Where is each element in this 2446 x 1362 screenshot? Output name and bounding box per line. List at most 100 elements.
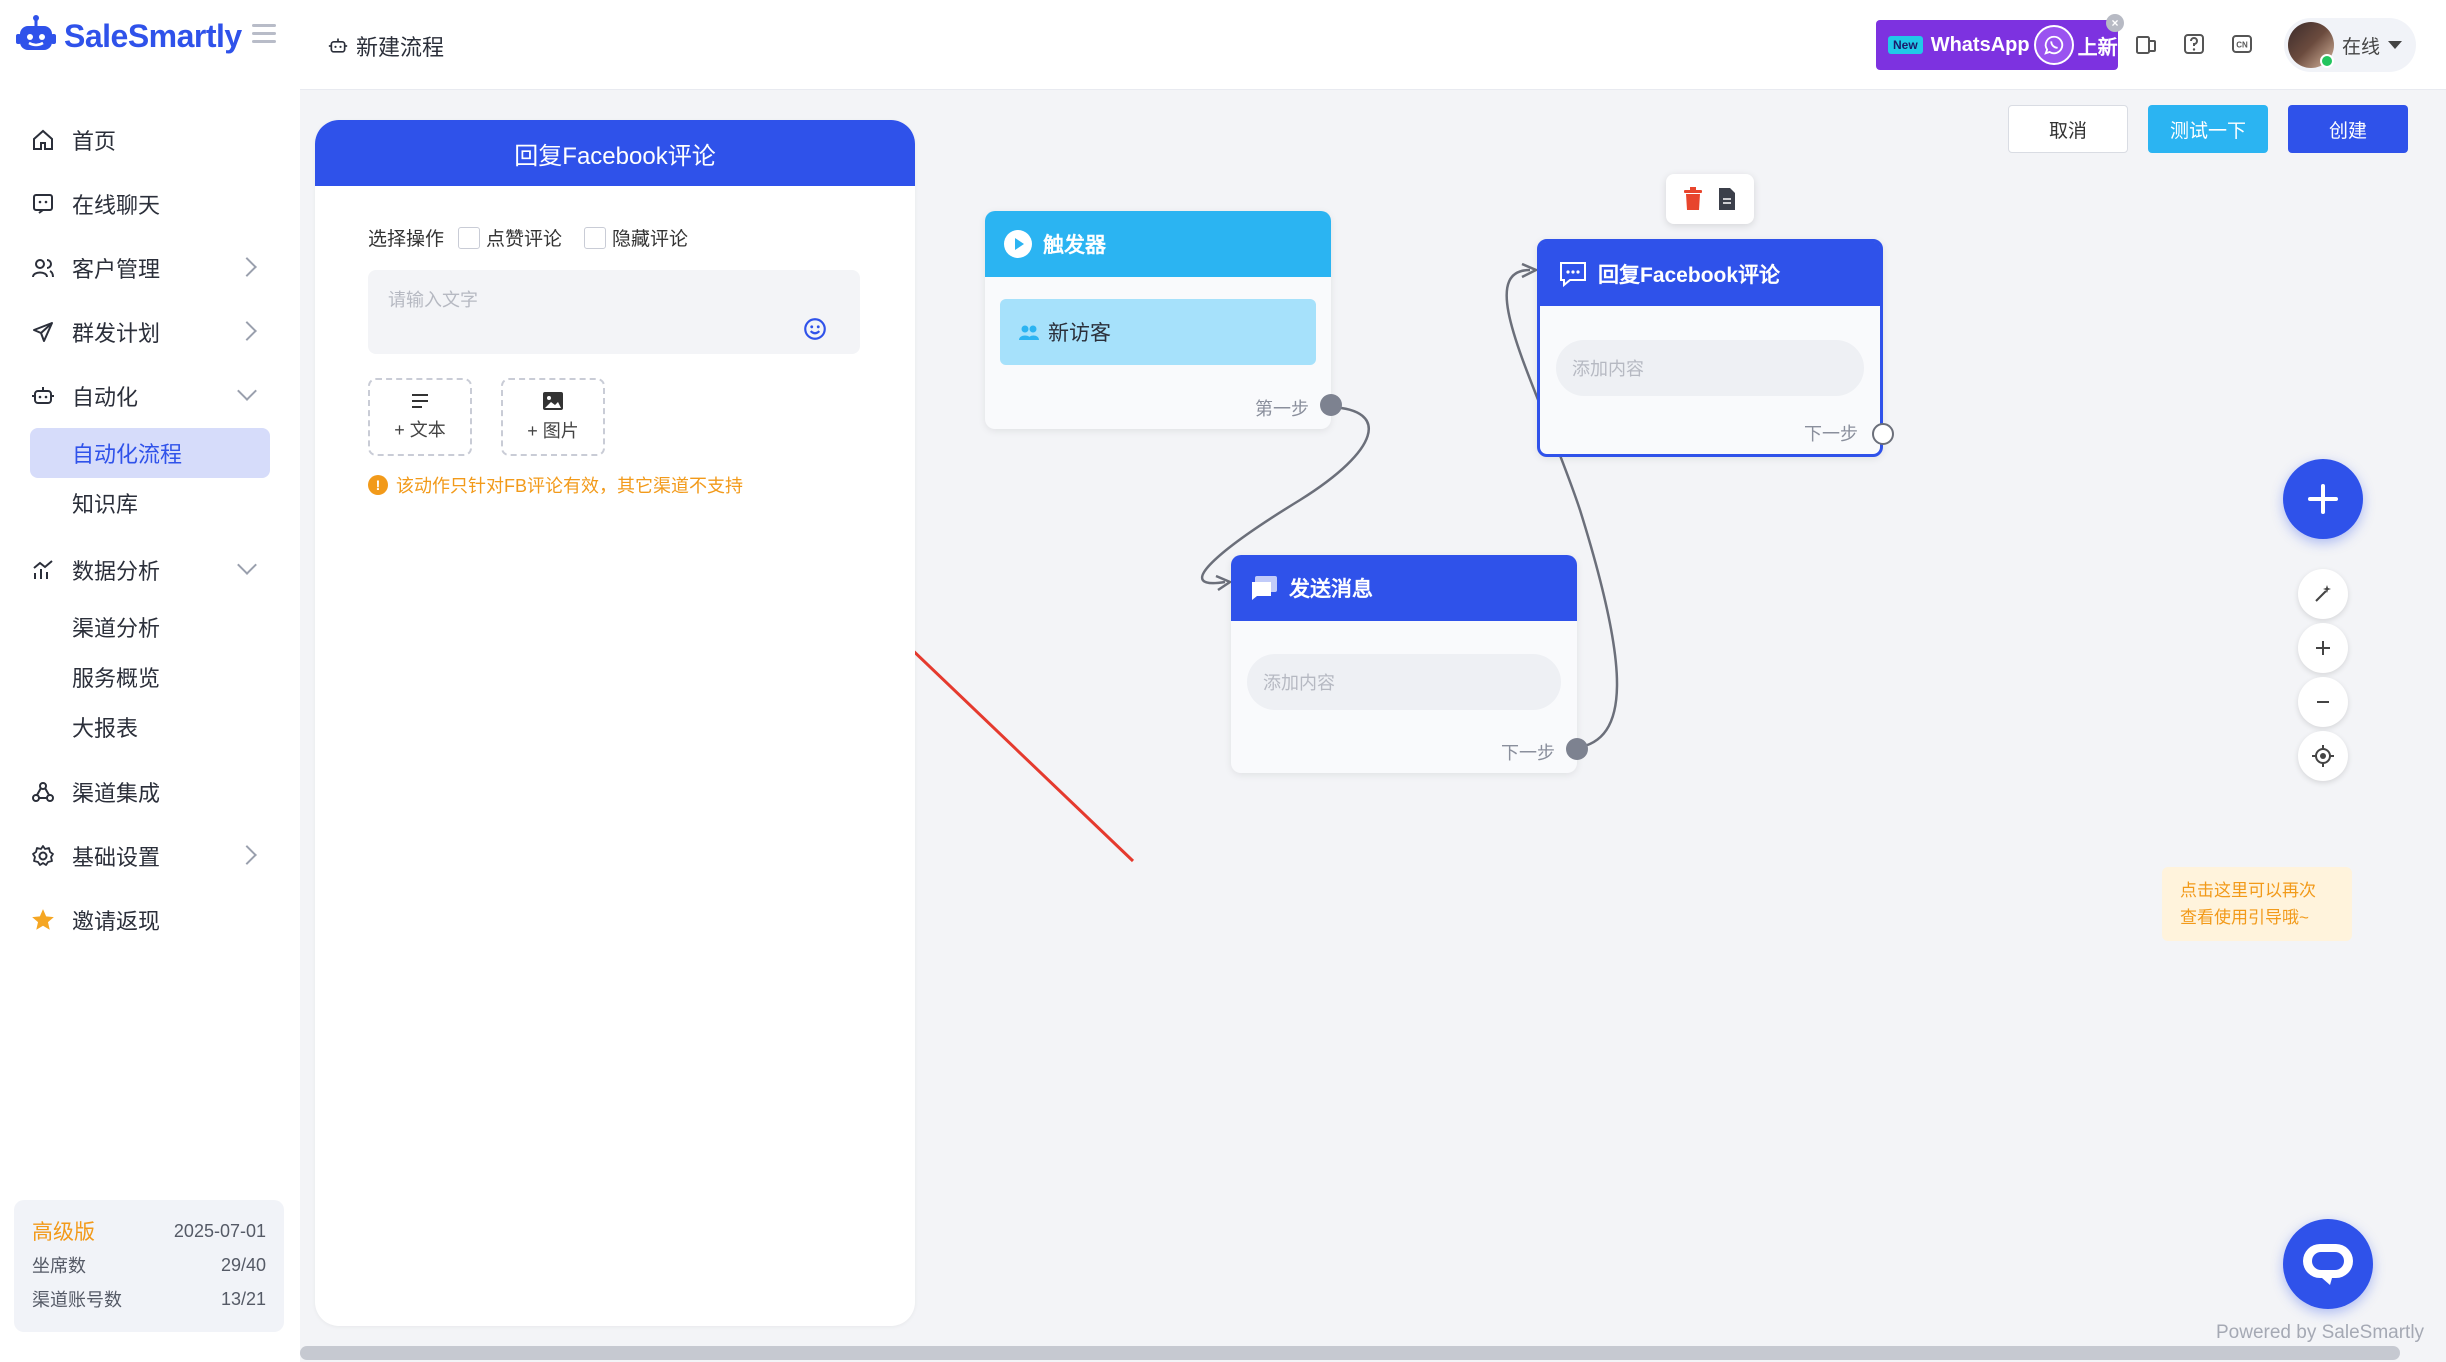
plan-card: 高级版 2025-07-01 坐席数 29/40 渠道账号数 13/21 xyxy=(14,1200,284,1332)
hide-comment-label[interactable]: 隐藏评论 xyxy=(612,224,688,251)
locate-center-button[interactable] xyxy=(2298,731,2348,781)
sidebar-item-live-chat[interactable]: 在线聊天 xyxy=(0,172,300,236)
zoom-in-icon xyxy=(2316,641,2330,655)
menu-collapse-icon[interactable] xyxy=(252,24,276,44)
create-button[interactable]: 创建 xyxy=(2288,105,2408,153)
whatsapp-icon xyxy=(2033,25,2074,65)
input-placeholder: 请输入文字 xyxy=(388,290,478,310)
trigger-output-port[interactable] xyxy=(1320,394,1342,416)
sidebar-nav: 首页 在线聊天 客户管理 群发计划 自动化 自动化流程 知识库 数据分析 渠道分 xyxy=(0,108,300,952)
sidebar-sub-channel-analysis[interactable]: 渠道分析 xyxy=(0,602,300,652)
sidebar-item-settings[interactable]: 基础设置 xyxy=(0,824,300,888)
guide-tooltip[interactable]: 点击这里可以再次 查看使用引导哦~ xyxy=(2162,867,2352,941)
flow-canvas[interactable]: 取消 测试一下 创建 回复Facebook评论 选择操作 点赞评论 隐藏评论 请… xyxy=(300,90,2446,1360)
zoom-out-icon xyxy=(2317,701,2329,703)
sidebar-sub-label: 自动化流程 xyxy=(72,442,183,467)
operation-selector: 选择操作 点赞评论 隐藏评论 xyxy=(368,224,688,251)
warning-text: 该动作只针对FB评论有效，其它渠道不支持 xyxy=(396,476,743,496)
sidebar-item-channels[interactable]: 渠道集成 xyxy=(0,760,300,824)
delete-icon[interactable] xyxy=(1683,187,1703,211)
send-node-header: 发送消息 xyxy=(1231,555,1577,621)
sidebar-item-label: 在线聊天 xyxy=(72,193,161,218)
devices-icon[interactable] xyxy=(2132,30,2160,58)
test-button[interactable]: 测试一下 xyxy=(2148,105,2268,153)
chevron-down-icon xyxy=(237,555,257,575)
brand-name: SaleSmartly xyxy=(64,17,242,54)
reply-facebook-comment-node[interactable]: 回复Facebook评论 添加内容 下一步 xyxy=(1537,239,1894,457)
image-icon xyxy=(543,392,563,410)
tooltip-line-1: 点击这里可以再次 xyxy=(2180,881,2316,900)
add-image-button[interactable]: + 图片 xyxy=(501,378,605,456)
sidebar-item-automation[interactable]: 自动化 xyxy=(0,364,300,428)
plus-icon xyxy=(2308,484,2338,514)
channels-value: 13/21 xyxy=(220,1288,266,1309)
emoji-icon[interactable] xyxy=(802,316,828,342)
add-node-button[interactable] xyxy=(2283,459,2363,539)
sidebar-item-referral[interactable]: 邀请返现 xyxy=(0,888,300,952)
reply-next-label: 下一步 xyxy=(1804,424,1858,444)
sidebar-item-label: 邀请返现 xyxy=(72,909,161,934)
user-menu[interactable]: 在线 xyxy=(2284,18,2416,72)
sidebar-item-broadcast[interactable]: 群发计划 xyxy=(0,300,300,364)
chart-icon xyxy=(30,557,56,583)
text-lines-icon xyxy=(412,394,428,408)
chevron-right-icon xyxy=(237,845,257,865)
sidebar: SaleSmartly 首页 在线聊天 客户管理 群发计划 自动化 自动化流程 … xyxy=(0,0,300,1362)
language-icon[interactable]: CN xyxy=(2228,30,2256,58)
warning-icon: ! xyxy=(368,475,388,495)
sidebar-sub-automation-flow[interactable]: 自动化流程 xyxy=(30,428,270,478)
sidebar-item-customers[interactable]: 客户管理 xyxy=(0,236,300,300)
caret-down-icon xyxy=(2388,41,2403,49)
trigger-node[interactable]: 触发器 新访客 第一步 xyxy=(985,211,1342,429)
star-icon xyxy=(30,907,56,933)
add-text-button[interactable]: + 文本 xyxy=(368,378,472,456)
zoom-in-button[interactable] xyxy=(2298,623,2348,673)
help-icon[interactable] xyxy=(2180,30,2208,58)
add-text-label: + 文本 xyxy=(394,420,446,440)
breadcrumb: 新建流程 xyxy=(328,30,444,62)
send-content-placeholder: 添加内容 xyxy=(1263,673,1335,693)
messages-icon xyxy=(1251,576,1277,600)
send-output-port[interactable] xyxy=(1566,738,1588,760)
logo[interactable]: SaleSmartly xyxy=(14,14,276,58)
sidebar-sub-label: 渠道分析 xyxy=(72,616,161,641)
node-toolbar xyxy=(1666,174,1754,224)
sidebar-sub-big-report[interactable]: 大报表 xyxy=(0,702,300,752)
auto-layout-button[interactable] xyxy=(2298,569,2348,619)
zoom-out-button[interactable] xyxy=(2298,677,2348,727)
seats-label: 坐席数 xyxy=(32,1256,86,1276)
close-icon[interactable]: × xyxy=(2106,14,2124,32)
powered-by-footer: Powered by SaleSmartly xyxy=(2216,1322,2425,1343)
whatsapp-promo-banner[interactable]: New WhatsApp 上新 × xyxy=(1876,14,2124,70)
sidebar-item-analytics[interactable]: 数据分析 xyxy=(0,538,300,602)
cancel-button[interactable]: 取消 xyxy=(2008,105,2128,153)
like-comment-checkbox[interactable] xyxy=(458,226,481,249)
reply-node-title: 回复Facebook评论 xyxy=(1598,264,1781,287)
sidebar-item-home[interactable]: 首页 xyxy=(0,108,300,172)
sidebar-sub-knowledge-base[interactable]: 知识库 xyxy=(0,478,300,528)
reply-content-placeholder: 添加内容 xyxy=(1572,359,1644,379)
trigger-condition-chip[interactable]: 新访客 xyxy=(1000,299,1316,365)
reply-text-input[interactable]: 请输入文字 xyxy=(368,270,860,354)
users-icon xyxy=(30,255,56,281)
robot-logo-icon xyxy=(16,15,56,50)
visitors-icon xyxy=(1019,325,1039,340)
reply-facebook-comment-panel: 回复Facebook评论 选择操作 点赞评论 隐藏评论 请输入文字 + 文本 +… xyxy=(315,120,915,1326)
sidebar-item-label: 数据分析 xyxy=(72,559,161,584)
sidebar-sub-label: 大报表 xyxy=(72,716,139,741)
channels-label: 渠道账号数 xyxy=(32,1290,122,1310)
hide-comment-checkbox[interactable] xyxy=(584,226,607,249)
support-chat-button[interactable] xyxy=(2283,1219,2373,1309)
reply-output-port[interactable] xyxy=(1872,423,1894,445)
trigger-next-label: 第一步 xyxy=(1255,399,1309,419)
sidebar-sub-service-overview[interactable]: 服务概览 xyxy=(0,652,300,702)
send-content-input[interactable]: 添加内容 xyxy=(1247,654,1561,710)
tooltip-line-2: 查看使用引导哦~ xyxy=(2180,908,2309,927)
copy-icon[interactable] xyxy=(1717,187,1737,211)
send-message-node[interactable]: 发送消息 添加内容 下一步 xyxy=(1231,555,1588,773)
trigger-node-title: 触发器 xyxy=(1043,234,1106,257)
horizontal-scrollbar[interactable] xyxy=(300,1346,2400,1360)
reply-content-input[interactable]: 添加内容 xyxy=(1556,340,1864,396)
sidebar-item-label: 渠道集成 xyxy=(72,781,161,806)
like-comment-label[interactable]: 点赞评论 xyxy=(486,224,562,251)
